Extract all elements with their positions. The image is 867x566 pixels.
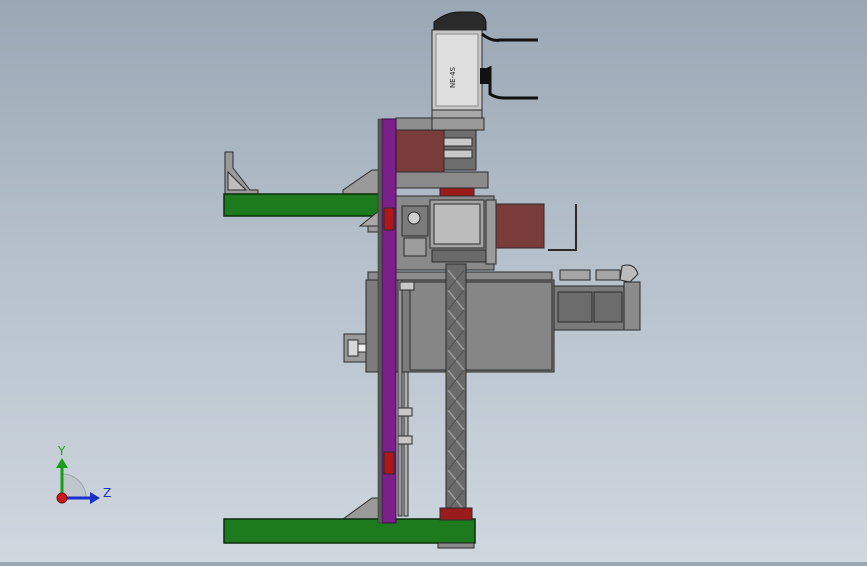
- servo-motor: NE-4S: [427, 11, 538, 131]
- z-axis-arrow: [90, 492, 100, 504]
- upper-left-bracket: [224, 151, 381, 195]
- column-back-plate: [377, 118, 383, 524]
- y-axis-arrow: [56, 458, 68, 468]
- upper-maroon-block: [395, 129, 445, 173]
- cad-model-canvas: NE-4S Y Z: [56, 11, 641, 549]
- carriage-assembly: [395, 195, 577, 271]
- side-motor: [553, 264, 641, 331]
- coordinate-triad: Y Z: [56, 444, 111, 504]
- upper-green-arm: [223, 193, 383, 217]
- lower-bracket: [341, 497, 381, 520]
- upper-frame-plate: [395, 117, 433, 131]
- top-cross-plate: [395, 171, 489, 189]
- cad-viewport[interactable]: NE-4S Y Z: [0, 0, 867, 562]
- lower-green-base: [223, 518, 476, 544]
- guide-rail-left: [397, 279, 403, 517]
- y-axis-label: Y: [57, 444, 66, 458]
- base-foot: [437, 542, 475, 549]
- z-axis-label: Z: [103, 486, 111, 500]
- x-axis-dot: [56, 492, 68, 504]
- motor-label: NE-4S: [449, 66, 457, 88]
- shaft-coupling: [439, 129, 477, 171]
